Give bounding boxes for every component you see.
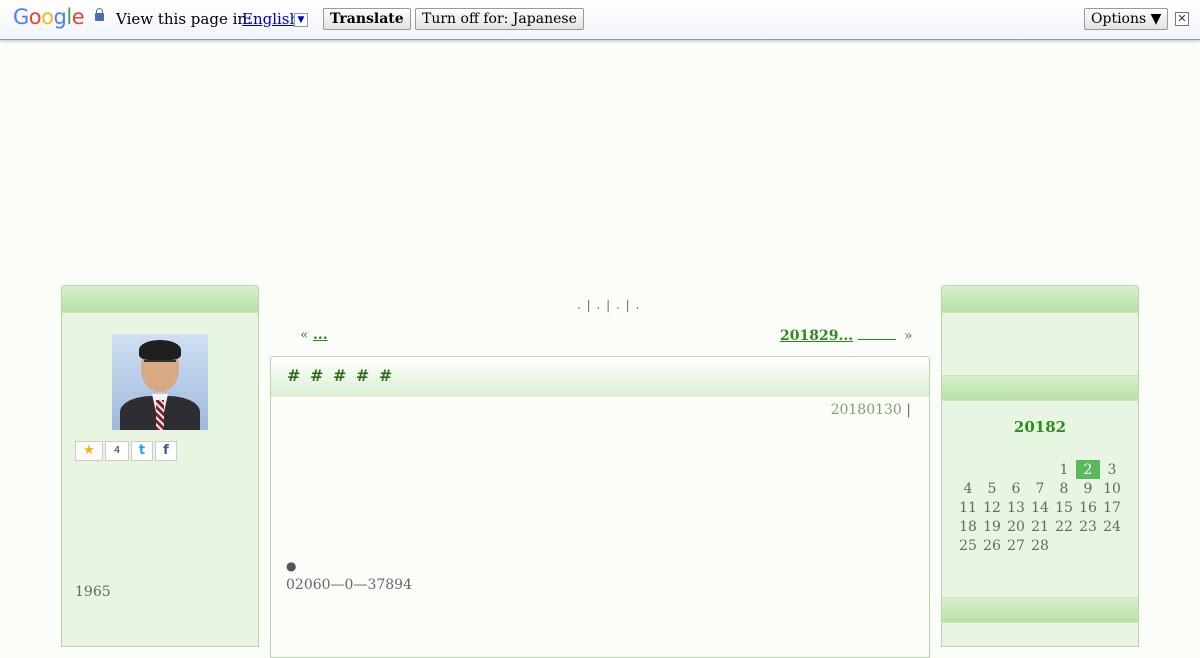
calendar-day[interactable]: 8 [1052, 479, 1076, 498]
calendar-empty-cell [980, 460, 1004, 479]
entry-title[interactable]: # # # # # [287, 366, 394, 385]
top-nav[interactable]: . | . | . | . [577, 298, 640, 312]
calendar-day[interactable]: 4 [956, 479, 980, 498]
calendar-day[interactable]: 13 [1004, 498, 1028, 517]
calendar-week: 25 26 27 28 [956, 536, 1124, 555]
calendar-day[interactable]: 28 [1028, 536, 1052, 555]
right-sidebar: 20182 1 2 3 4 5 6 7 8 9 10 11 12 13 14 15 16 17 18 19 20 21 2… [941, 285, 1139, 647]
options-button[interactable]: Options ▼ [1084, 8, 1169, 30]
entry-date: 20180130 | [831, 402, 911, 418]
next-entry-nav: 201829... » [780, 327, 913, 344]
sidebar-section-header [942, 597, 1138, 623]
calendar-week: 123 [956, 460, 1124, 479]
profile-photo[interactable] [112, 334, 208, 430]
calendar-week: 11 12 13 14 15 16 17 [956, 498, 1124, 517]
prev-entry-nav: « ... [300, 327, 328, 343]
calendar-empty-cell [1100, 536, 1124, 555]
calendar-day[interactable]: 14 [1028, 498, 1052, 517]
chevron-down-icon[interactable]: ▼ [294, 13, 308, 27]
birth-year: 1965 [75, 584, 111, 600]
calendar-day[interactable]: 17 [1100, 498, 1124, 517]
date-separator: | [906, 402, 911, 418]
calendar-day[interactable]: 5 [980, 479, 1004, 498]
calendar-week: 4 5 6 7 8 9 10 [956, 479, 1124, 498]
calendar-day[interactable]: 22 [1052, 517, 1076, 536]
calendar-day[interactable]: 9 [1076, 479, 1100, 498]
twitter-icon[interactable]: t [131, 441, 153, 461]
right-sidebar-header [942, 286, 1138, 313]
calendar-day[interactable]: 3 [1100, 460, 1124, 479]
phone-number: 02060—0—37894 [286, 577, 412, 593]
prev-arrow: « [300, 327, 309, 343]
calendar-header [942, 375, 1138, 401]
lock-icon [95, 8, 104, 21]
left-sidebar: ★ 4 t f 1965 [61, 285, 259, 647]
calendar-day[interactable]: 1 [1052, 460, 1076, 479]
blog-entry: # # # # # 20180130 | ● 02060—0—37894 [270, 356, 930, 658]
calendar-title[interactable]: 20182 [942, 418, 1138, 436]
calendar-empty-cell [1076, 536, 1100, 555]
calendar-day[interactable]: 7 [1028, 479, 1052, 498]
calendar-table: 1 2 3 4 5 6 7 8 9 10 11 12 13 14 15 16 17 18 19 20 21 22 23 24 2… [956, 460, 1124, 555]
close-icon[interactable]: ✕ [1175, 12, 1189, 26]
calendar-empty-cell [1028, 460, 1052, 479]
translate-button[interactable]: Translate [323, 8, 411, 30]
left-sidebar-header [62, 286, 258, 313]
calendar-day[interactable]: 15 [1052, 498, 1076, 517]
calendar-day[interactable]: 19 [980, 517, 1004, 536]
calendar-day[interactable]: 16 [1076, 498, 1100, 517]
calendar-day[interactable]: 24 [1100, 517, 1124, 536]
calendar-day[interactable]: 2 [1076, 460, 1100, 479]
calendar-day[interactable]: 21 [1028, 517, 1052, 536]
calendar-day[interactable]: 20 [1004, 517, 1028, 536]
calendar-day[interactable]: 26 [980, 536, 1004, 555]
next-entry-link[interactable]: 201829... [780, 328, 853, 344]
google-logo: Google [13, 5, 85, 29]
bullet-icon: ● [286, 559, 297, 573]
calendar-day[interactable]: 6 [1004, 479, 1028, 498]
calendar-day[interactable]: 27 [1004, 536, 1028, 555]
translate-bar: Google View this page in: English ▼ Tran… [0, 0, 1200, 40]
star-count: 4 [105, 441, 129, 461]
star-icon[interactable]: ★ [75, 441, 103, 461]
calendar-day[interactable]: 10 [1100, 479, 1124, 498]
calendar-week: 18 19 20 21 22 23 24 [956, 517, 1124, 536]
calendar-empty-cell [956, 460, 980, 479]
facebook-icon[interactable]: f [155, 441, 177, 461]
calendar-empty-cell [1052, 536, 1076, 555]
calendar-empty-cell [1004, 460, 1028, 479]
calendar-day[interactable]: 18 [956, 517, 980, 536]
calendar-day[interactable]: 25 [956, 536, 980, 555]
entry-date-text: 20180130 [830, 402, 902, 418]
calendar-day[interactable]: 12 [980, 498, 1004, 517]
turn-off-button[interactable]: Turn off for: Japanese [415, 8, 584, 30]
view-page-label: View this page in: [116, 10, 253, 28]
calendar-day[interactable]: 11 [956, 498, 980, 517]
calendar-day[interactable]: 23 [1076, 517, 1100, 536]
next-arrow: » [903, 328, 913, 344]
share-buttons: ★ 4 t f [75, 441, 177, 461]
prev-entry-link[interactable]: ... [313, 327, 328, 343]
language-select-link[interactable]: English [242, 10, 299, 28]
